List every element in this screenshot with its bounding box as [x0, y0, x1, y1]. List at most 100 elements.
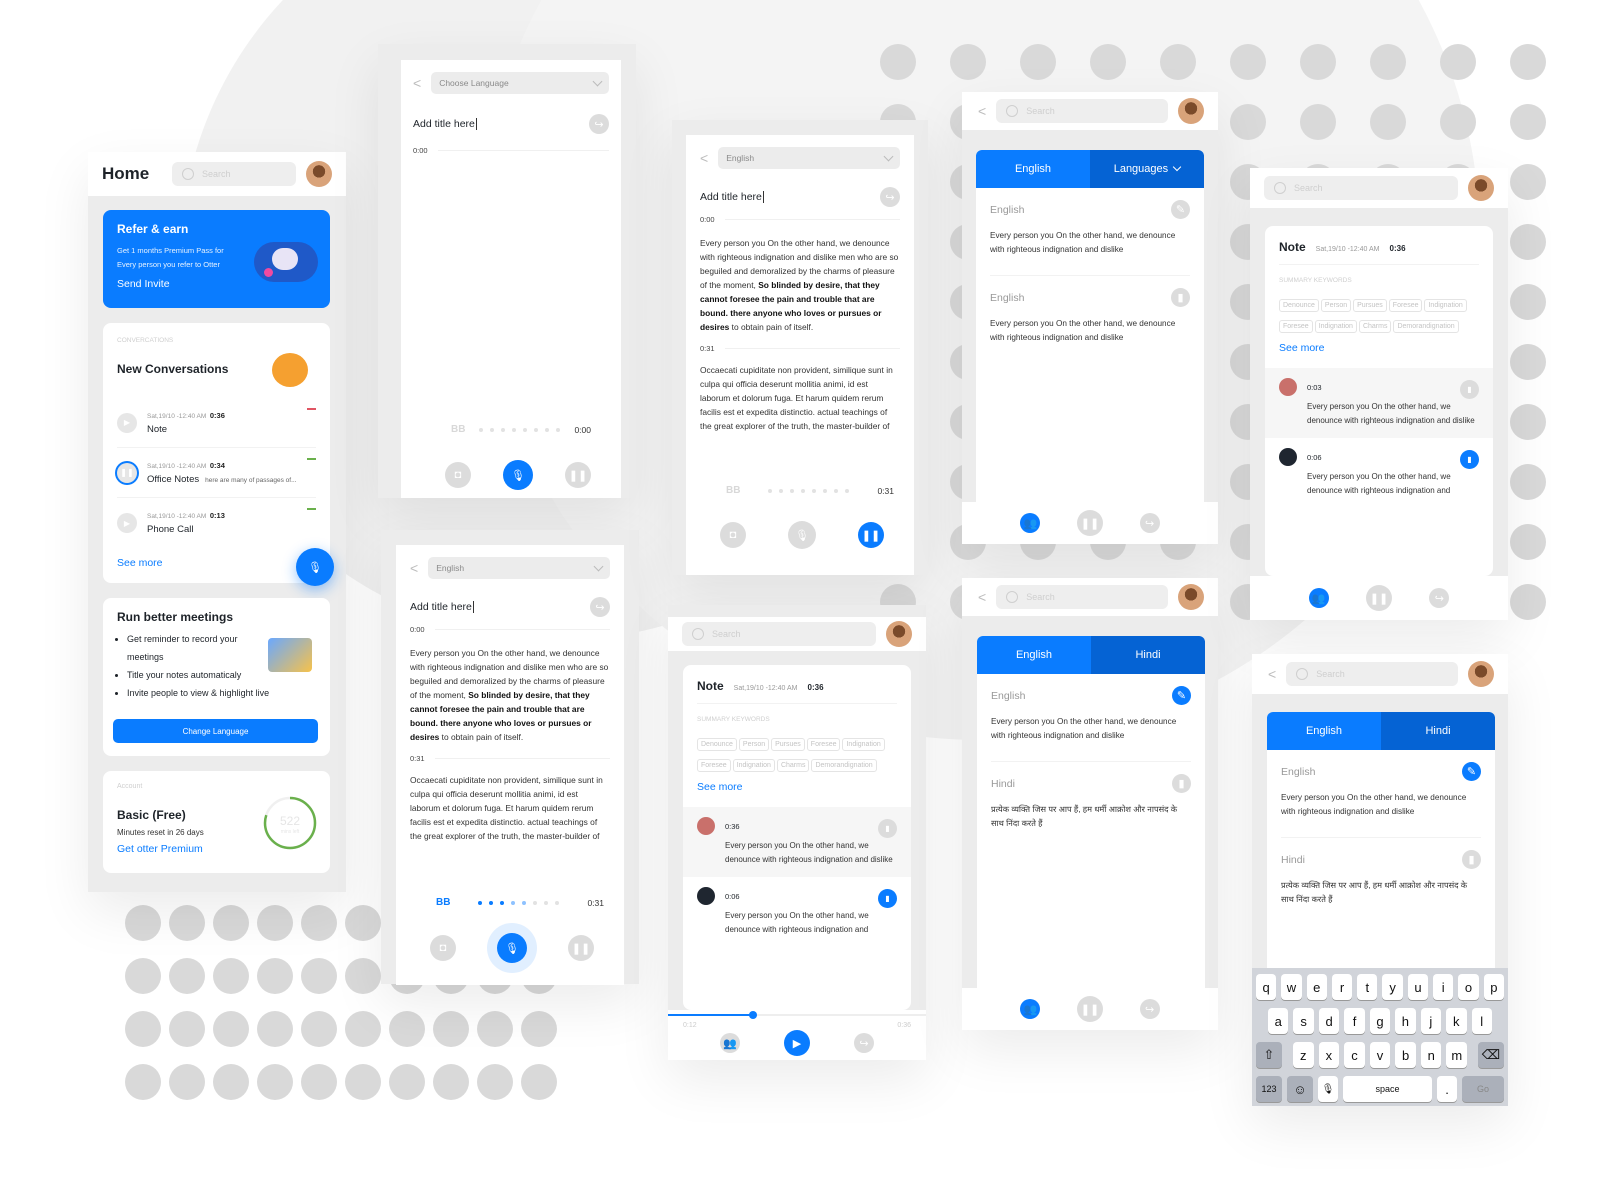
pause-button[interactable]: ❚❚ [1076, 996, 1103, 1022]
key-y[interactable]: y [1382, 974, 1403, 1000]
keyword-tag[interactable]: Foresee [697, 759, 731, 772]
mic-button[interactable]: 🎙 [788, 521, 816, 549]
bookmark-button[interactable]: ▮ [1460, 450, 1479, 469]
key-i[interactable]: i [1433, 974, 1454, 1000]
edit-button[interactable]: ✎ [1171, 200, 1190, 219]
key-k[interactable]: k [1446, 1008, 1467, 1034]
key-b[interactable]: b [1395, 1042, 1416, 1068]
transcript-entry[interactable]: 0:06 ▮ Every person you On the other han… [683, 877, 911, 947]
key-a[interactable]: a [1268, 1008, 1289, 1034]
change-language-button[interactable]: Change Language [113, 719, 318, 743]
search-input[interactable]: Search [172, 162, 296, 186]
key-m[interactable]: m [1446, 1042, 1468, 1068]
key-l[interactable]: l [1471, 1008, 1492, 1034]
pause-button[interactable]: ❚❚ [117, 462, 137, 483]
keyword-tag[interactable]: Indignation [1314, 320, 1357, 333]
key-h[interactable]: h [1395, 1008, 1416, 1034]
see-more-link[interactable]: See more [697, 781, 897, 793]
keyword-tag[interactable]: Denounce [697, 738, 737, 751]
back-icon[interactable]: < [978, 589, 986, 605]
bookmark-button[interactable]: ▮ [1460, 380, 1479, 399]
share-button[interactable]: ↪ [1139, 999, 1160, 1019]
keyword-tag[interactable]: Demorandignation [811, 759, 877, 772]
space-key[interactable]: space [1343, 1076, 1432, 1102]
key-r[interactable]: r [1331, 974, 1353, 1000]
keyword-tag[interactable]: Indignation [1424, 299, 1467, 312]
language-select[interactable]: English [718, 147, 900, 169]
tab-hindi[interactable]: Hindi [1091, 636, 1205, 674]
speakers-button[interactable]: 👥 [1308, 588, 1329, 608]
tab-hindi[interactable]: Hindi [1381, 712, 1495, 750]
share-button[interactable]: ↪ [1429, 588, 1450, 608]
bookmark-button[interactable]: ▮ [878, 819, 897, 838]
avatar[interactable] [1178, 98, 1204, 124]
keyword-tag[interactable]: Charms [1358, 320, 1392, 333]
key-v[interactable]: v [1369, 1042, 1391, 1068]
keyword-tag[interactable]: Indignation [842, 738, 885, 751]
emoji-key[interactable]: ☺ [1287, 1076, 1313, 1102]
keyword-tag[interactable]: Foresee [806, 738, 841, 751]
share-button[interactable]: ↪ [1139, 513, 1160, 533]
conversation-item[interactable]: ❚❚ Sat,19/10 -12:40 AM 0:34 Office Notes… [117, 448, 316, 498]
keyword-tag[interactable]: Person [738, 738, 770, 751]
back-icon[interactable]: < [1268, 666, 1276, 682]
transcript-entry[interactable]: 0:36 ▮ Every person you On the other han… [683, 807, 911, 877]
camera-button[interactable]: ◘ [430, 935, 456, 961]
tab-english[interactable]: English [977, 636, 1091, 674]
bookmark-button[interactable]: ▮ [878, 889, 897, 908]
conversation-item[interactable]: ▶ Sat,19/10 -12:40 AM 0:13 Phone Call [117, 498, 316, 548]
key-x[interactable]: x [1318, 1042, 1340, 1068]
keyword-tag[interactable]: Indignation [732, 759, 775, 772]
pause-button[interactable]: ❚❚ [568, 935, 594, 961]
speakers-button[interactable]: 👥 [720, 1033, 740, 1053]
record-fab[interactable]: 🎙 [296, 548, 334, 586]
mic-button[interactable]: 🎙 [503, 460, 533, 490]
speakers-button[interactable]: 👥 [1020, 513, 1041, 533]
key-w[interactable]: w [1281, 974, 1302, 1000]
share-button[interactable]: ↪ [854, 1033, 874, 1053]
back-icon[interactable]: < [978, 103, 986, 119]
speakers-button[interactable]: 👥 [1020, 999, 1041, 1019]
keyword-tag[interactable]: Demorandignation [1393, 320, 1459, 333]
backspace-key[interactable]: ⌫ [1478, 1042, 1504, 1068]
key-q[interactable]: q [1256, 974, 1277, 1000]
key-e[interactable]: e [1306, 974, 1327, 1000]
key-s[interactable]: s [1293, 1008, 1314, 1034]
bookmark-button[interactable]: ▮ [1462, 850, 1481, 869]
progress-handle[interactable] [749, 1011, 758, 1019]
shift-key[interactable]: ⇧ [1256, 1042, 1282, 1068]
keyword-tag[interactable]: Charms [776, 759, 810, 772]
avatar[interactable] [886, 621, 912, 647]
dictation-key[interactable]: 🎙 [1318, 1076, 1338, 1102]
key-j[interactable]: j [1420, 1008, 1442, 1034]
share-button[interactable]: ↪ [880, 187, 900, 207]
transcript-entry[interactable]: 0:03 ▮ Every person you On the other han… [1265, 368, 1493, 438]
see-more-link[interactable]: See more [1279, 342, 1479, 354]
key-c[interactable]: c [1344, 1042, 1365, 1068]
keyword-tag[interactable]: Foresee [1279, 320, 1313, 333]
refer-card[interactable]: Refer & earn Get 1 months Premium Pass f… [103, 210, 330, 308]
search-input[interactable]: Search [1286, 662, 1458, 686]
back-icon[interactable]: < [410, 560, 418, 576]
bookmark-button[interactable]: ▮ [1172, 774, 1191, 793]
period-key[interactable]: . [1437, 1076, 1457, 1102]
key-t[interactable]: t [1357, 974, 1378, 1000]
keyword-tag[interactable]: Person [1320, 299, 1352, 312]
transcript-entry[interactable]: 0:06 ▮ Every person you On the other han… [1265, 438, 1493, 508]
search-input[interactable]: Search [996, 99, 1168, 123]
avatar[interactable] [1178, 584, 1204, 610]
keyword-tag[interactable]: Foresee [1388, 299, 1423, 312]
pause-button[interactable]: ❚❚ [565, 462, 591, 488]
edit-button[interactable]: ✎ [1462, 762, 1481, 781]
title-input[interactable]: Add title here [410, 601, 474, 613]
tab-english[interactable]: English [976, 150, 1090, 188]
key-f[interactable]: f [1344, 1008, 1365, 1034]
conversation-item[interactable]: ▶ Sat,19/10 -12:40 AM 0:36 Note [117, 398, 316, 448]
key-g[interactable]: g [1369, 1008, 1391, 1034]
key-n[interactable]: n [1420, 1042, 1442, 1068]
avatar[interactable] [1468, 661, 1494, 687]
pause-button[interactable]: ❚❚ [1365, 585, 1392, 611]
see-more-link[interactable]: See more [117, 557, 163, 569]
share-button[interactable]: ↪ [589, 114, 609, 134]
back-icon[interactable]: < [700, 150, 708, 166]
